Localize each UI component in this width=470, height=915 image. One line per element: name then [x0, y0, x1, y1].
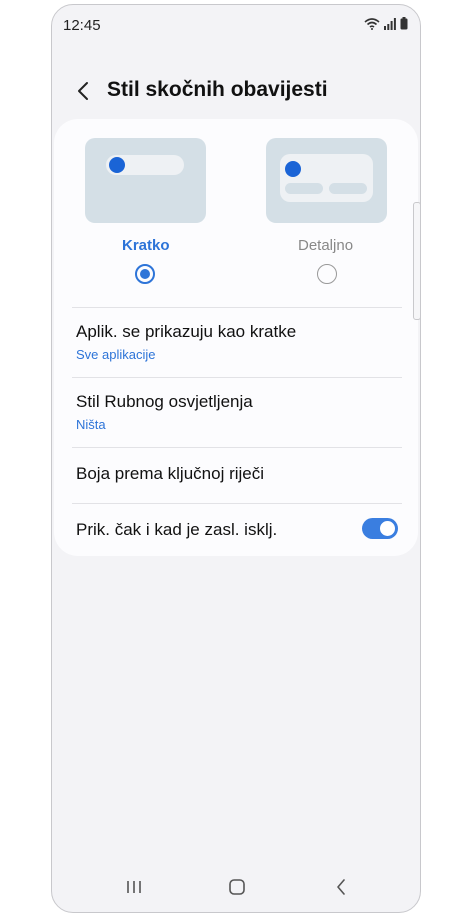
- detailed-style-label[interactable]: Detaljno: [298, 237, 353, 254]
- brief-preview-dot: [109, 157, 125, 173]
- recents-icon[interactable]: [122, 875, 146, 899]
- navigation-bar: [52, 863, 420, 909]
- apps-as-brief-title: Aplik. se prikazuju kao kratke: [76, 322, 297, 341]
- divider: [72, 503, 402, 504]
- settings-card: Kratko Detaljno Aplik. se prikazuju kao …: [54, 119, 418, 556]
- apps-as-brief-value: Sve aplikacije: [76, 347, 156, 362]
- phone-screen: 12:45 Stil skočnih obavijesti Kratko Det…: [51, 4, 421, 913]
- detailed-style-radio[interactable]: [317, 264, 337, 284]
- status-bar: 12:45: [52, 5, 420, 43]
- detailed-preview-bar-1: [285, 183, 323, 194]
- divider: [72, 307, 402, 308]
- brief-style-preview[interactable]: [85, 138, 206, 223]
- back-arrow-icon[interactable]: [72, 79, 96, 103]
- toggle-knob: [380, 521, 395, 536]
- home-icon[interactable]: [225, 875, 249, 899]
- detailed-style-preview[interactable]: [266, 138, 387, 223]
- detailed-preview-dot: [285, 161, 301, 177]
- battery-icon: [400, 17, 408, 35]
- page-title: Stil skočnih obavijesti: [107, 78, 328, 101]
- nav-back-icon[interactable]: [330, 875, 354, 899]
- app-bar: Stil skočnih obavijesti: [52, 69, 420, 113]
- keyword-color-title: Boja prema ključnoj riječi: [76, 464, 265, 483]
- scrollbar[interactable]: [413, 202, 420, 320]
- brief-style-label[interactable]: Kratko: [122, 237, 170, 254]
- show-when-screen-off-title: Prik. čak i kad je zasl. isklj.: [76, 520, 278, 539]
- status-icons: [364, 17, 408, 35]
- edge-lighting-value: Ništa: [76, 417, 106, 432]
- divider: [72, 377, 402, 378]
- divider: [72, 447, 402, 448]
- wifi-icon: [364, 17, 380, 35]
- edge-lighting-title: Stil Rubnog osvjetljenja: [76, 392, 253, 411]
- status-time: 12:45: [63, 17, 101, 34]
- brief-style-radio[interactable]: [135, 264, 155, 284]
- detailed-preview-bar-2: [329, 183, 367, 194]
- show-when-screen-off-toggle[interactable]: [362, 518, 398, 539]
- signal-icon: [384, 17, 396, 35]
